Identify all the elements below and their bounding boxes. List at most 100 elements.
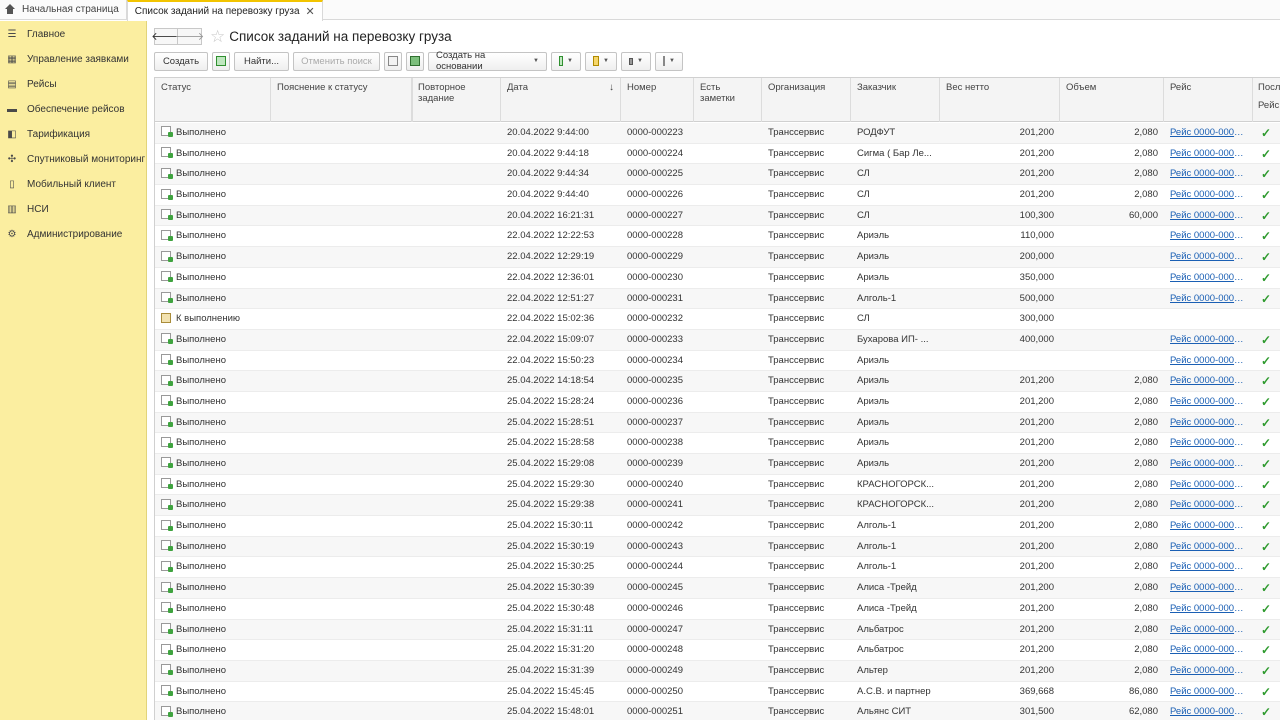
- table-row[interactable]: Выполнено 25.04.2022 15:31:11 0000-000247 Т…: [155, 619, 1280, 641]
- table-row[interactable]: Выполнено 25.04.2022 15:28:24 0000-000236 Т…: [155, 392, 1280, 413]
- cell-trip-link[interactable]: Рейс 0000-0000...: [1170, 495, 1247, 516]
- cell-trip-link[interactable]: Рейс 0000-0000...: [1170, 247, 1247, 268]
- reports-button[interactable]: ▼: [585, 51, 617, 71]
- forward-button[interactable]: 🡒: [175, 27, 204, 45]
- table-row[interactable]: Выполнено 22.04.2022 15:50:23 0000-000234 Т…: [155, 351, 1280, 372]
- cell-volume: 2,080: [1134, 189, 1158, 201]
- cell-trip-link[interactable]: Рейс 0000-0000...: [1170, 433, 1247, 454]
- cell-trip-link[interactable]: Рейс 0000-0000...: [1170, 185, 1247, 206]
- cell-trip-link[interactable]: Рейс 0000-0000...: [1170, 392, 1247, 413]
- table-row[interactable]: Выполнено 22.04.2022 15:09:07 0000-000233 Т…: [155, 329, 1280, 351]
- close-icon[interactable]: ✕: [306, 5, 315, 18]
- star-icon[interactable]: ☆: [210, 28, 225, 45]
- table-row[interactable]: Выполнено 25.04.2022 15:28:58 0000-000238 Т…: [155, 433, 1280, 454]
- table-row[interactable]: Выполнено 22.04.2022 12:51:27 0000-000231 Т…: [155, 288, 1280, 310]
- table-row[interactable]: Выполнено 22.04.2022 12:22:53 0000-000228 Т…: [155, 226, 1280, 248]
- check-icon: ✓: [1261, 519, 1272, 534]
- tab-cargo-list[interactable]: Список заданий на перевозку груза ✕: [126, 0, 323, 21]
- cell-trip-link[interactable]: Рейс 0000-0000...: [1170, 682, 1247, 703]
- find-button[interactable]: Найти...: [234, 51, 289, 71]
- cell-status-text: Выполнено: [176, 602, 226, 614]
- col-notes[interactable]: Есть заметки: [694, 78, 762, 122]
- table-row[interactable]: Выполнено 25.04.2022 15:48:01 0000-000251 Т…: [155, 702, 1280, 720]
- cell-trip-link[interactable]: Рейс 0000-0000...: [1170, 661, 1247, 682]
- table-row[interactable]: Выполнено 25.04.2022 15:29:30 0000-000240 Т…: [155, 475, 1280, 496]
- cell-trip-link[interactable]: Рейс 0000-0000...: [1170, 475, 1247, 496]
- sidebar-item-main[interactable]: ☰ Главное: [0, 21, 146, 47]
- sidebar-item-trips[interactable]: ▤ Рейсы: [0, 72, 146, 97]
- col-weight[interactable]: Вес нетто: [940, 78, 1060, 122]
- cell-trip-link[interactable]: Рейс 0000-0000...: [1170, 289, 1247, 310]
- create-based-button[interactable]: Создать на основании ▼: [428, 50, 547, 72]
- print-button[interactable]: ▼: [621, 51, 651, 71]
- cell-trip-link[interactable]: Рейс 0000-0000...: [1170, 413, 1247, 434]
- copy-button[interactable]: [384, 51, 402, 71]
- cell-trip-link[interactable]: Рейс 0000-0000...: [1170, 537, 1247, 558]
- col-date[interactable]: Дата ↓: [501, 78, 621, 122]
- col-last[interactable]: Посл Рейс: [1253, 78, 1280, 122]
- cell-trip-link[interactable]: Рейс 0000-0000...: [1170, 640, 1247, 661]
- col-trip[interactable]: Рейс: [1164, 78, 1253, 122]
- cell-trip-link[interactable]: [1170, 309, 1247, 330]
- table-row[interactable]: Выполнено 25.04.2022 15:45:45 0000-000250 Т…: [155, 682, 1280, 703]
- cell-trip-link[interactable]: Рейс 0000-0000...: [1170, 164, 1247, 185]
- more-button[interactable]: ▼: [655, 51, 683, 71]
- cell-customer: Ариэль: [857, 437, 890, 449]
- cell-trip-link[interactable]: Рейс 0000-0000...: [1170, 144, 1247, 165]
- cell-weight: 110,000: [1020, 230, 1054, 242]
- cell-trip-link[interactable]: Рейс 0000-0000...: [1170, 516, 1247, 537]
- excel-button[interactable]: [406, 51, 424, 71]
- table-row[interactable]: Выполнено 20.04.2022 9:44:34 0000-000225 Тр…: [155, 164, 1280, 186]
- cell-trip-link[interactable]: Рейс 0000-0000...: [1170, 557, 1247, 578]
- sidebar-item-nsi[interactable]: ▥ НСИ: [0, 197, 146, 222]
- sidebar-item-mobile[interactable]: ▯ Мобильный клиент: [0, 172, 146, 197]
- sidebar-item-requests[interactable]: ▦ Управление заявками: [0, 47, 146, 72]
- table-row[interactable]: Выполнено 25.04.2022 15:30:39 0000-000245 Т…: [155, 578, 1280, 599]
- col-org[interactable]: Организация: [762, 78, 851, 122]
- table-row[interactable]: Выполнено 20.04.2022 9:44:40 0000-000226 Тр…: [155, 185, 1280, 206]
- cell-trip-link[interactable]: Рейс 0000-0000...: [1170, 226, 1247, 247]
- cell-trip-link[interactable]: Рейс 0000-0000...: [1170, 268, 1247, 289]
- cell-trip-link[interactable]: Рейс 0000-0000...: [1170, 351, 1247, 372]
- table-row[interactable]: Выполнено 25.04.2022 15:31:39 0000-000249 Т…: [155, 660, 1280, 682]
- table-row[interactable]: Выполнено 25.04.2022 15:29:38 0000-000241 Т…: [155, 495, 1280, 517]
- create-button[interactable]: Создать: [154, 51, 208, 71]
- col-repeat[interactable]: Повторное задание: [412, 78, 501, 122]
- table-row[interactable]: Выполнено 22.04.2022 12:29:19 0000-000229 Т…: [155, 247, 1280, 268]
- actions-button[interactable]: ▼: [551, 51, 581, 71]
- cell-trip-link[interactable]: Рейс 0000-0000...: [1170, 620, 1247, 641]
- col-volume[interactable]: Объем: [1060, 78, 1164, 122]
- cell-trip-link[interactable]: Рейс 0000-0000...: [1170, 702, 1247, 720]
- col-number[interactable]: Номер: [621, 78, 694, 122]
- cell-trip-link[interactable]: Рейс 0000-0000...: [1170, 330, 1247, 351]
- sidebar-item-trip-supply[interactable]: ▬ Обеспечение рейсов: [0, 97, 146, 122]
- col-status[interactable]: Статус: [155, 78, 271, 122]
- table-row[interactable]: Выполнено 25.04.2022 15:28:51 0000-000237 Т…: [155, 412, 1280, 434]
- sidebar-item-satellite[interactable]: ✣ Спутниковый мониторинг: [0, 147, 146, 172]
- table-row[interactable]: Выполнено 25.04.2022 15:31:20 0000-000248 Т…: [155, 640, 1280, 661]
- cell-trip-link[interactable]: Рейс 0000-0000...: [1170, 206, 1247, 227]
- table-row[interactable]: Выполнено 25.04.2022 15:30:25 0000-000244 Т…: [155, 557, 1280, 579]
- table-row[interactable]: Выполнено 25.04.2022 14:18:54 0000-000235 Т…: [155, 371, 1280, 392]
- cell-date: 25.04.2022 15:28:51: [507, 416, 595, 428]
- table-row[interactable]: Выполнено 25.04.2022 15:29:08 0000-000239 Т…: [155, 454, 1280, 475]
- sidebar-item-admin[interactable]: ⚙ Администрирование: [0, 222, 146, 247]
- table-row[interactable]: Выполнено 25.04.2022 15:30:19 0000-000243 Т…: [155, 536, 1280, 558]
- table-row[interactable]: Выполнено 22.04.2022 12:36:01 0000-000230 Т…: [155, 268, 1280, 289]
- cancel-search-button[interactable]: Отменить поиск: [293, 51, 380, 71]
- table-row[interactable]: Выполнено 25.04.2022 15:30:48 0000-000246 Т…: [155, 599, 1280, 620]
- table-row[interactable]: Выполнено 20.04.2022 9:44:18 0000-000224 Тр…: [155, 144, 1280, 165]
- cell-trip-link[interactable]: Рейс 0000-0000...: [1170, 371, 1247, 392]
- sidebar-item-tariffs[interactable]: ◧ Тарификация: [0, 122, 146, 147]
- table-row[interactable]: К выполнению 22.04.2022 15:02:36 0000-0002…: [155, 309, 1280, 330]
- cell-trip-link[interactable]: Рейс 0000-0000...: [1170, 454, 1247, 475]
- cell-trip-link[interactable]: Рейс 0000-0000...: [1170, 599, 1247, 620]
- table-row[interactable]: Выполнено 20.04.2022 9:44:00 0000-000223 Тр…: [155, 123, 1280, 144]
- cell-trip-link[interactable]: Рейс 0000-0000...: [1170, 123, 1247, 144]
- col-customer[interactable]: Заказчик: [851, 78, 940, 122]
- cell-trip-link[interactable]: Рейс 0000-0000...: [1170, 578, 1247, 599]
- table-row[interactable]: Выполнено 20.04.2022 16:21:31 0000-000227 Т…: [155, 205, 1280, 227]
- tab-home[interactable]: Начальная страница: [0, 0, 127, 19]
- table-row[interactable]: Выполнено 25.04.2022 15:30:11 0000-000242 Т…: [155, 516, 1280, 537]
- refresh-button[interactable]: [212, 51, 230, 71]
